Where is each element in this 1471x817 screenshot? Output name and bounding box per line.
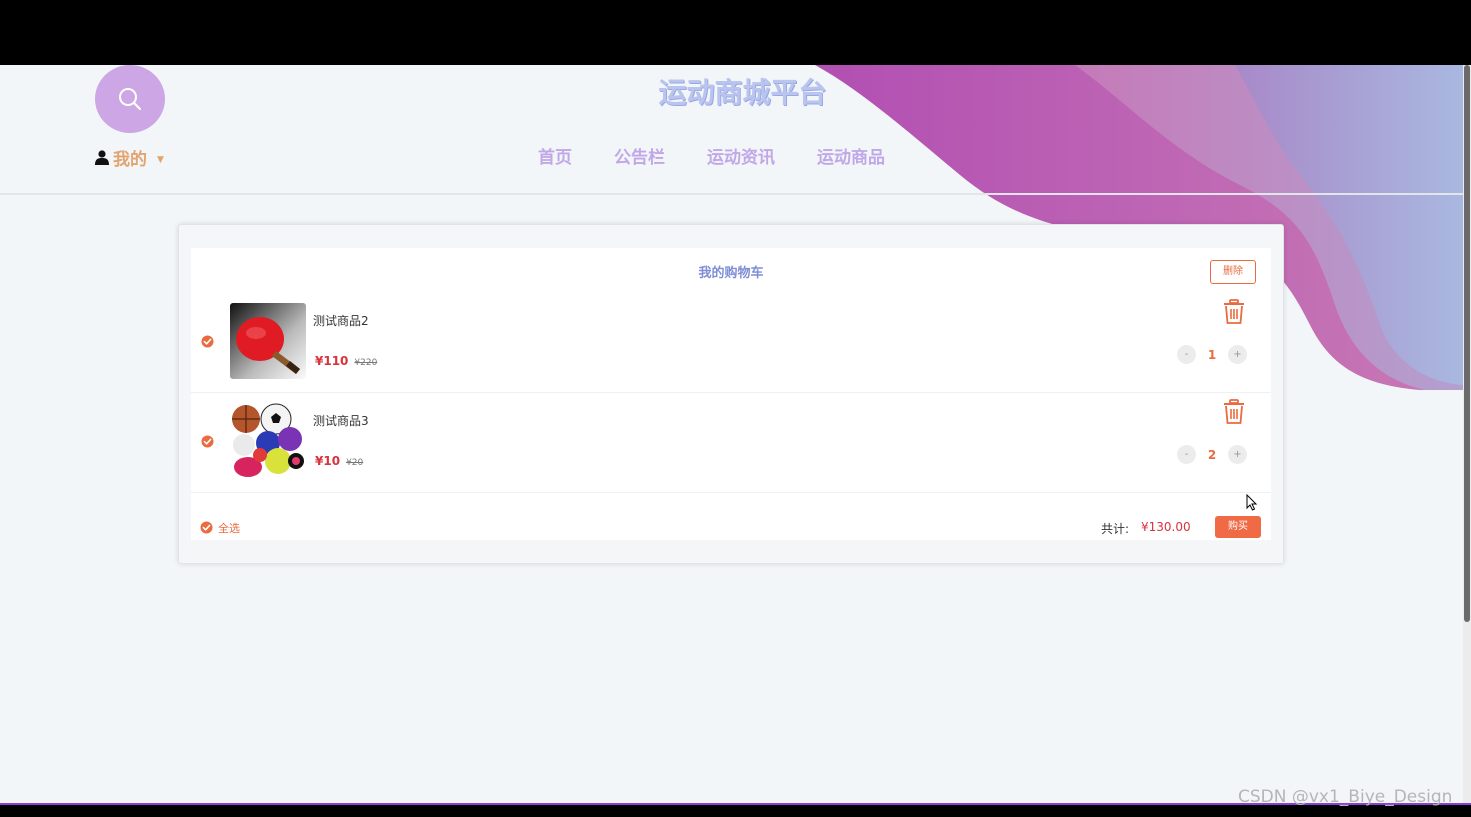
- product-original-price: ¥20: [346, 458, 364, 468]
- search-button[interactable]: [95, 65, 165, 133]
- cart-title: 我的购物车: [698, 266, 764, 281]
- nav-item-sports-news[interactable]: 运动资讯: [707, 143, 775, 168]
- user-icon: [95, 150, 109, 165]
- item-checkbox-checked-icon[interactable]: [201, 335, 214, 348]
- quantity-increment-button[interactable]: +: [1228, 445, 1247, 464]
- quantity-decrement-button[interactable]: -: [1177, 445, 1196, 464]
- product-price-line: ¥10 ¥20: [315, 454, 363, 468]
- product-price: ¥110: [315, 354, 349, 368]
- trash-icon[interactable]: [1223, 399, 1245, 425]
- item-checkbox-checked-icon[interactable]: [201, 435, 214, 448]
- nav-item-sports-products[interactable]: 运动商品: [817, 143, 885, 168]
- product-price-line: ¥110 ¥220: [315, 354, 377, 368]
- chevron-down-icon: ▼: [157, 154, 164, 165]
- product-thumbnail-paddle[interactable]: [230, 303, 306, 379]
- main-nav: 首页 公告栏 运动资讯 运动商品: [538, 143, 885, 168]
- select-all-checkbox-icon[interactable]: [200, 521, 213, 534]
- nav-item-home[interactable]: 首页: [538, 143, 572, 168]
- scrollbar-thumb[interactable]: [1464, 65, 1470, 622]
- total-value: ¥130.00: [1141, 520, 1191, 534]
- delete-selected-button[interactable]: 删除: [1210, 260, 1256, 284]
- user-menu[interactable]: 我的 ▼: [95, 145, 164, 170]
- user-menu-label: 我的: [113, 150, 147, 170]
- cart-item-row: 测试商品2 ¥110 ¥220 - 1 +: [191, 292, 1271, 393]
- product-original-price: ¥220: [354, 358, 378, 368]
- mouse-cursor-icon: [1246, 494, 1258, 511]
- buy-button[interactable]: 购买: [1215, 516, 1261, 538]
- cart-panel: 我的购物车 删除 测试商品2 ¥110 ¥220 - 1 + 测试商品3 ¥10…: [191, 248, 1271, 540]
- header-divider: [0, 193, 1463, 195]
- total-label: 共计:: [1101, 522, 1130, 536]
- select-all-label[interactable]: 全选: [218, 520, 240, 536]
- trash-icon[interactable]: [1223, 299, 1245, 325]
- quantity-stepper: - 2 +: [1177, 445, 1247, 464]
- site-title: 运动商城平台: [658, 76, 827, 109]
- quantity-value: 1: [1207, 347, 1217, 362]
- product-thumbnail-balls[interactable]: [230, 403, 306, 479]
- cart-container: 我的购物车 删除 测试商品2 ¥110 ¥220 - 1 + 测试商品3 ¥10…: [178, 224, 1284, 564]
- quantity-stepper: - 1 +: [1177, 345, 1247, 364]
- nav-item-notice-board[interactable]: 公告栏: [614, 143, 665, 168]
- cart-item-row: 测试商品3 ¥10 ¥20 - 2 +: [191, 392, 1271, 493]
- product-price: ¥10: [315, 454, 341, 468]
- quantity-increment-button[interactable]: +: [1228, 345, 1247, 364]
- search-icon: [119, 88, 142, 111]
- watermark: CSDN @vx1_Biye_Design: [1238, 787, 1453, 807]
- quantity-value: 2: [1207, 447, 1217, 462]
- quantity-decrement-button[interactable]: -: [1177, 345, 1196, 364]
- product-name[interactable]: 测试商品2: [313, 312, 369, 329]
- vertical-scrollbar[interactable]: [1463, 65, 1471, 803]
- page-viewport: 我的 ▼ 运动商城平台 首页 公告栏 运动资讯 运动商品 我的购物车 删除 测试…: [0, 65, 1463, 803]
- product-name[interactable]: 测试商品3: [313, 412, 369, 429]
